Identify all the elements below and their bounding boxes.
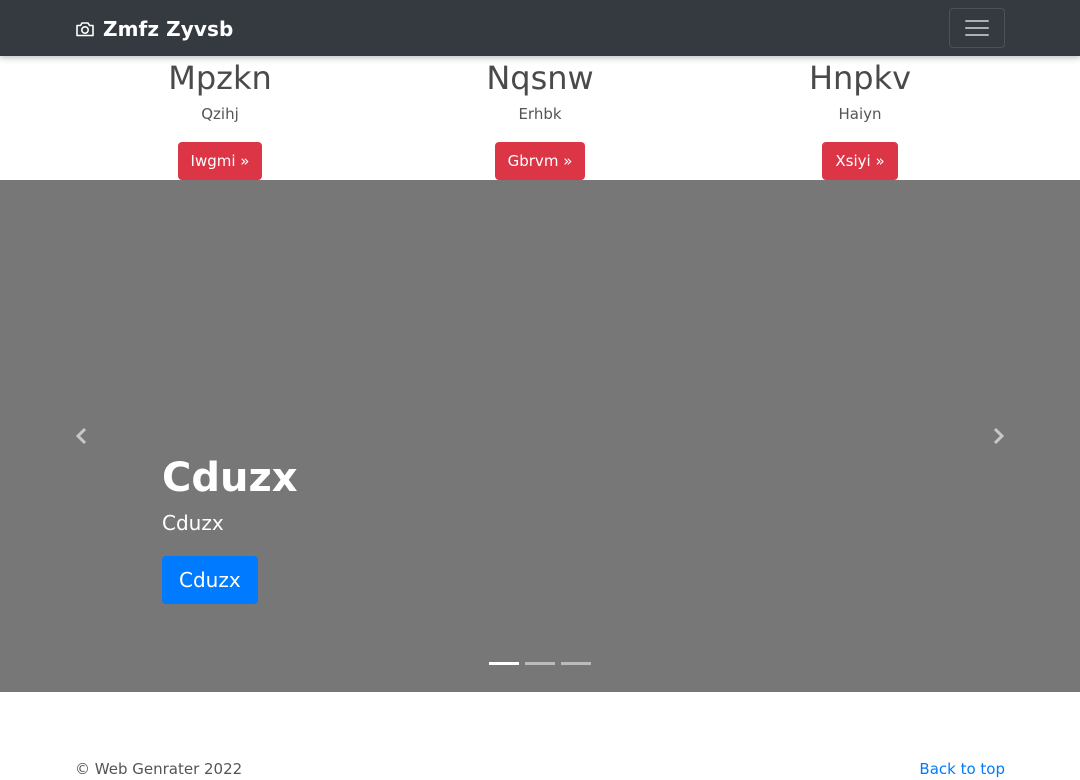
navbar-toggle-button[interactable] — [949, 8, 1005, 48]
feature-button[interactable]: Gbrvm » — [494, 142, 586, 180]
feature-column: Hnpkv Haiyn Xsiyi » — [700, 56, 1020, 180]
copyright-text: © Web Genrater 2022 — [75, 760, 243, 778]
camera-icon — [76, 22, 94, 37]
feature-subtitle: Erhbk — [518, 105, 562, 123]
carousel-indicator[interactable] — [525, 662, 555, 665]
feature-column: Mpzkn Qzihj Iwgmi » — [60, 56, 380, 180]
feature-subtitle: Qzihj — [201, 105, 239, 123]
carousel-text: Cduzx — [162, 511, 224, 535]
feature-columns: Mpzkn Qzihj Iwgmi » Nqsnw Erhbk Gbrvm » … — [0, 56, 1080, 180]
feature-title: Hnpkv — [808, 59, 912, 97]
hamburger-icon — [965, 20, 989, 36]
back-to-top-link[interactable]: Back to top — [919, 760, 1005, 778]
chevron-right-icon — [993, 427, 1005, 445]
feature-title: Mpzkn — [168, 59, 272, 97]
feature-button[interactable]: Iwgmi » — [177, 142, 263, 180]
footer: © Web Genrater 2022 Back to top — [75, 758, 1005, 780]
navbar: Zmfz Zyvsb — [0, 0, 1080, 56]
carousel: Cduzx Cduzx Cduzx — [0, 180, 1080, 692]
brand-link[interactable]: Zmfz Zyvsb — [75, 16, 233, 42]
feature-title: Nqsnw — [486, 59, 594, 97]
feature-button[interactable]: Xsiyi » — [822, 142, 898, 180]
carousel-next-button[interactable] — [978, 416, 1018, 456]
feature-column: Nqsnw Erhbk Gbrvm » — [380, 56, 700, 180]
carousel-prev-button[interactable] — [62, 416, 102, 456]
chevron-left-icon — [75, 427, 87, 445]
carousel-caption: Cduzx Cduzx Cduzx — [162, 452, 298, 604]
carousel-cta-button[interactable]: Cduzx — [162, 556, 258, 604]
carousel-heading: Cduzx — [162, 455, 298, 501]
brand-name: Zmfz Zyvsb — [103, 17, 234, 41]
carousel-indicator[interactable] — [561, 662, 591, 665]
carousel-indicators — [0, 662, 1080, 665]
carousel-indicator[interactable] — [489, 662, 519, 665]
feature-subtitle: Haiyn — [838, 105, 882, 123]
